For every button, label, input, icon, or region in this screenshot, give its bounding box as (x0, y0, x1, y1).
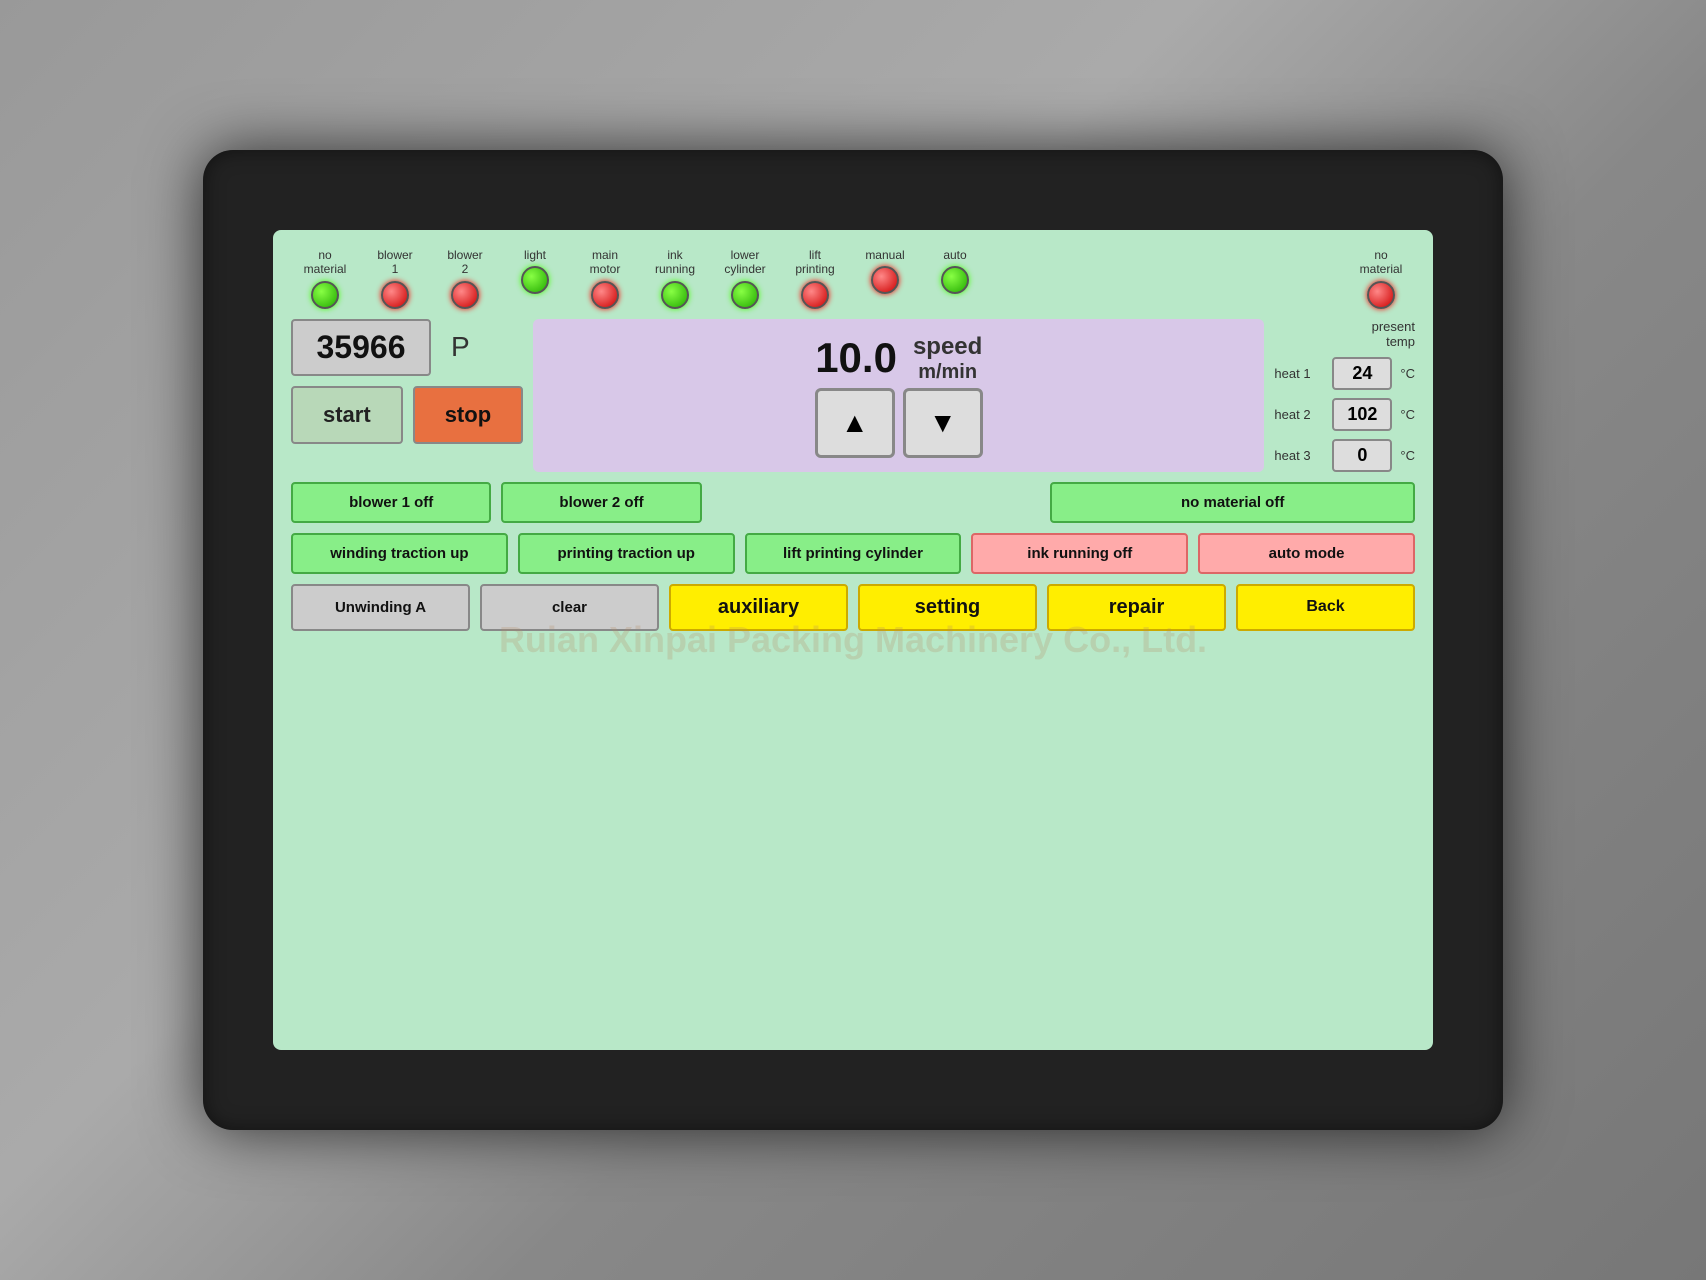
speed-down-button[interactable]: ▼ (903, 388, 983, 458)
led-no-material (311, 281, 339, 309)
heat-section: presenttemp heat 1 24 °C heat 2 102 °C h… (1274, 319, 1415, 472)
repair-button[interactable]: repair (1047, 584, 1226, 631)
stop-button[interactable]: stop (413, 386, 523, 444)
start-button[interactable]: start (291, 386, 403, 444)
status-no-material: nomaterial (295, 248, 355, 309)
heat1-row: heat 1 24 °C (1274, 357, 1415, 390)
p-label: P (443, 331, 478, 363)
speed-value: 10.0 (815, 334, 897, 382)
screen: Ruian Xinpai Packing Machinery Co., Ltd.… (273, 230, 1433, 1050)
auto-mode-button[interactable]: auto mode (1198, 533, 1415, 574)
led-lower-cylinder (731, 281, 759, 309)
heat2-label: heat 2 (1274, 407, 1324, 422)
lift-printing-cylinder-button[interactable]: lift printing cylinder (745, 533, 962, 574)
heat3-value: 0 (1332, 439, 1392, 472)
led-main-motor (591, 281, 619, 309)
led-blower1 (381, 281, 409, 309)
ink-running-off-button[interactable]: ink running off (971, 533, 1188, 574)
status-manual: manual (855, 248, 915, 294)
nav-row: Unwinding A clear auxiliary setting repa… (291, 584, 1415, 631)
status-blower2: blower2 (435, 248, 495, 309)
status-label-blower1: blower1 (377, 248, 412, 277)
machine-frame: Ruian Xinpai Packing Machinery Co., Ltd.… (203, 150, 1503, 1130)
setting-button[interactable]: setting (858, 584, 1037, 631)
status-label-manual: manual (865, 248, 904, 262)
blower-row: blower 1 off blower 2 off no material of… (291, 482, 1415, 523)
speed-section: 10.0 speed m/min ▲ ▼ (533, 319, 1264, 472)
winding-traction-button[interactable]: winding traction up (291, 533, 508, 574)
blower2-off-button[interactable]: blower 2 off (501, 482, 701, 523)
speed-up-button[interactable]: ▲ (815, 388, 895, 458)
heat1-label: heat 1 (1274, 366, 1324, 381)
speed-unit: m/min (918, 361, 977, 384)
status-label-light: light (524, 248, 546, 262)
auxiliary-button[interactable]: auxiliary (669, 584, 848, 631)
speed-controls: ▲ ▼ (815, 388, 983, 458)
heat3-unit: °C (1400, 448, 1415, 463)
heat2-row: heat 2 102 °C (1274, 398, 1415, 431)
led-light (521, 266, 549, 294)
status-label-lower-cylinder: lowercylinder (724, 248, 765, 277)
heat1-value: 24 (1332, 357, 1392, 390)
status-label-no-material2: nomaterial (1360, 248, 1403, 277)
status-ink-running: inkrunning (645, 248, 705, 309)
status-row: nomaterial blower1 blower2 light mainmot… (291, 248, 1415, 309)
heat2-unit: °C (1400, 407, 1415, 422)
unwinding-a-button[interactable]: Unwinding A (291, 584, 470, 631)
status-lift-printing: liftprinting (785, 248, 845, 309)
led-manual (871, 266, 899, 294)
status-main-motor: mainmotor (575, 248, 635, 309)
heat3-row: heat 3 0 °C (1274, 439, 1415, 472)
heat2-value: 102 (1332, 398, 1392, 431)
present-temp-label: presenttemp (1274, 319, 1415, 349)
status-label-main-motor: mainmotor (590, 248, 621, 277)
status-label-ink-running: inkrunning (655, 248, 695, 277)
main-content-row: 35966 P start stop 10.0 speed m/mi (291, 319, 1415, 472)
blower1-off-button[interactable]: blower 1 off (291, 482, 491, 523)
clear-button[interactable]: clear (480, 584, 659, 631)
led-blower2 (451, 281, 479, 309)
status-lower-cylinder: lowercylinder (715, 248, 775, 309)
led-lift-printing (801, 281, 829, 309)
status-label-auto: auto (943, 248, 966, 262)
status-blower1: blower1 (365, 248, 425, 309)
led-no-material2 (1367, 281, 1395, 309)
status-no-material2: nomaterial (1351, 248, 1411, 309)
speed-label: speed (913, 333, 982, 361)
back-button[interactable]: Back (1236, 584, 1415, 631)
led-ink-running (661, 281, 689, 309)
printing-traction-button[interactable]: printing traction up (518, 533, 735, 574)
status-label-blower2: blower2 (447, 248, 482, 277)
status-label-no-material: nomaterial (304, 248, 347, 277)
led-auto (941, 266, 969, 294)
status-auto: auto (925, 248, 985, 294)
status-light: light (505, 248, 565, 294)
heat3-label: heat 3 (1274, 448, 1324, 463)
heat1-unit: °C (1400, 366, 1415, 381)
counter-display: 35966 (291, 319, 431, 376)
traction-row: winding traction up printing traction up… (291, 533, 1415, 574)
status-label-lift-printing: liftprinting (795, 248, 834, 277)
no-material-off-button[interactable]: no material off (1050, 482, 1415, 523)
